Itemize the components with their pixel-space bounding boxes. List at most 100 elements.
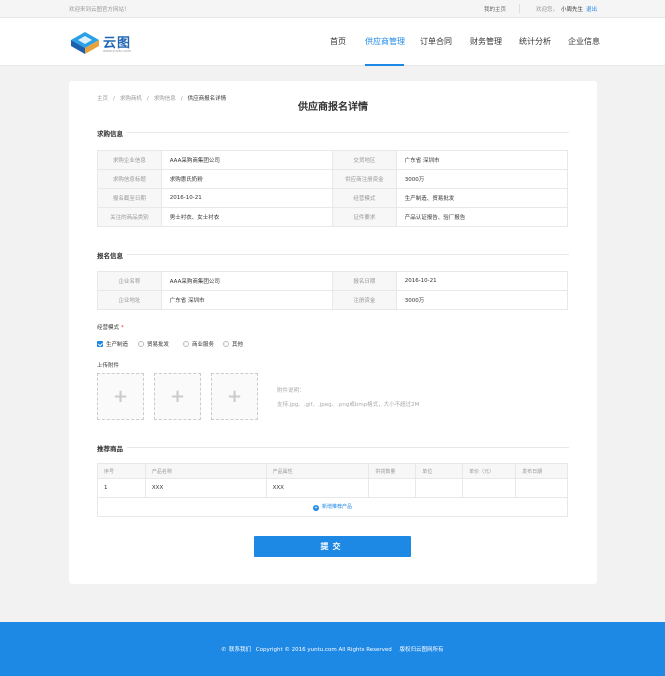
info-value: 2016-10-21 xyxy=(395,271,569,291)
info-key: 经营模式 xyxy=(332,188,397,208)
checkbox-checked-icon[interactable] xyxy=(97,341,103,347)
signup-section-title: 报名信息 xyxy=(97,252,123,260)
table-row: 求购信息标题 求购惠氏奶粉 供应商注册资金 3000万 xyxy=(97,169,569,189)
logo-icon xyxy=(71,32,99,54)
copyright: Copyright © 2016 yuntu.com All Rights Re… xyxy=(255,647,392,653)
col-header: 序号 xyxy=(97,463,146,479)
add-circle-icon: + xyxy=(312,505,319,511)
info-key: 交货地区 xyxy=(332,150,397,170)
business-mode-label: 经营模式 * xyxy=(97,325,124,331)
info-key: 企业地址 xyxy=(97,290,162,310)
upload-slot[interactable]: + xyxy=(211,373,258,420)
page-title: 供应商报名详情 xyxy=(298,102,368,113)
required-mark: * xyxy=(121,325,124,331)
upload-slot[interactable]: + xyxy=(97,373,144,420)
info-key: 报名日期 xyxy=(331,271,397,291)
col-header: 单位 xyxy=(415,463,464,479)
col-header: 发布日期 xyxy=(515,463,568,479)
info-key: 企业名称 xyxy=(97,271,162,291)
table-header-row: 序号 产品名称 产品属性 供货数量 单位 单价（元） 发布日期 xyxy=(97,463,568,479)
attachment-note-text: 支持.jpg、.gif、.jpeg、.png或bmp格式，大小不超过2M xyxy=(277,402,420,408)
info-value: 求购惠氏奶粉 xyxy=(160,169,334,189)
logout-link[interactable]: 退出 xyxy=(586,5,597,13)
logo-site: www.yuntu.com xyxy=(103,49,132,53)
top-divider xyxy=(519,4,520,13)
table-cell: XXX xyxy=(265,478,370,498)
radio-icon[interactable] xyxy=(223,341,229,347)
info-value: 广东省 深圳市 xyxy=(160,290,333,310)
info-key: 证件要求 xyxy=(332,207,397,227)
table-row: 企业地址 广东省 深圳市 注册资金 3000万 xyxy=(97,290,569,310)
info-key: 报名截至日期 xyxy=(97,188,162,208)
recommend-section-title: 推荐商品 xyxy=(97,445,123,453)
owner-text: 版权归云图网所有 xyxy=(399,647,444,653)
username[interactable]: 小周先生 xyxy=(561,5,583,13)
plus-icon: + xyxy=(226,386,243,407)
info-value: 2016-10-21 xyxy=(160,188,334,208)
nav-home[interactable]: 首页 xyxy=(330,36,346,47)
info-value: AAA采购商集团公司 xyxy=(160,150,334,170)
nav-statistics[interactable]: 统计分析 xyxy=(519,36,551,47)
table-row: 关注的商品类别 男士衬衣、女士衬衣 证件要求 产品认证报告、验厂报告 xyxy=(97,207,569,227)
info-value: 产品认证报告、验厂报告 xyxy=(395,207,569,227)
phone-icon: ✆ xyxy=(221,647,227,653)
info-key: 供应商注册资金 xyxy=(332,169,397,189)
info-value: AAA采购商集团公司 xyxy=(160,271,333,291)
info-value: 3000万 xyxy=(395,169,569,189)
table-row: 报名截至日期 2016-10-21 经营模式 生产制造、贸易批发 xyxy=(97,188,569,208)
my-home-link[interactable]: 我的主页 xyxy=(484,5,506,13)
col-header: 产品属性 xyxy=(265,463,370,479)
plus-icon: + xyxy=(112,386,129,407)
info-value: 广东省 深圳市 xyxy=(395,150,569,170)
recommend-products-table: 序号 产品名称 产品属性 供货数量 单位 单价（元） 发布日期 1 XXX XX… xyxy=(97,463,568,517)
signup-info-table: 企业名称 AAA采购商集团公司 报名日期 2016-10-21 企业地址 广东省… xyxy=(97,271,569,310)
add-product-cell: + 新增推荐产品 xyxy=(97,497,568,517)
nav-supplier-management[interactable]: 供应商管理 xyxy=(365,36,405,47)
table-cell xyxy=(515,478,568,498)
table-row: 求购企业信息 AAA采购商集团公司 交货地区 广东省 深圳市 xyxy=(97,150,569,170)
col-header: 单价（元） xyxy=(462,463,517,479)
submit-button[interactable]: 提交 xyxy=(254,536,411,557)
table-row: 企业名称 AAA采购商集团公司 报名日期 2016-10-21 xyxy=(97,271,569,291)
radio-icon[interactable] xyxy=(138,341,144,347)
nav-active-underline xyxy=(365,64,404,66)
info-key: 求购信息标题 xyxy=(97,169,162,189)
radio-icon[interactable] xyxy=(183,341,189,347)
contact-link[interactable]: 联系我们 xyxy=(229,647,251,653)
table-cell: XXX xyxy=(144,478,267,498)
table-cell xyxy=(462,478,517,498)
table-cell xyxy=(368,478,417,498)
header: 云图 www.yuntu.com 首页 供应商管理 订单合同 财务管理 统计分析… xyxy=(0,18,665,66)
plus-icon: + xyxy=(169,386,186,407)
footer: ✆ 联系我们 Copyright © 2016 yuntu.com All Rig… xyxy=(0,622,665,676)
info-key: 求购企业信息 xyxy=(97,150,162,170)
info-value: 男士衬衣、女士衬衣 xyxy=(160,207,334,227)
col-header: 供货数量 xyxy=(368,463,417,479)
attachments-label: 上传附件 xyxy=(97,363,120,369)
main-card: 主页 / 求购商机 / 求购信息 / 供应商报名详情 供应商报名详情 求购信息 求购企业信息… xyxy=(69,81,597,584)
greeting-text: 欢迎您， xyxy=(536,7,559,13)
purchase-section-divider xyxy=(127,132,569,133)
top-bar: 欢迎来到云图官方网站！ 我的主页 欢迎您， 小周先生 退出 xyxy=(0,0,665,18)
nav-orders-contracts[interactable]: 订单合同 xyxy=(420,36,452,47)
info-key: 注册资金 xyxy=(331,290,397,310)
nav-company-info[interactable]: 企业信息 xyxy=(568,36,600,47)
footer-text: ✆ 联系我们 Copyright © 2016 yuntu.com All Rig… xyxy=(0,645,665,653)
info-value: 生产制造、贸易批发 xyxy=(395,188,569,208)
table-row: 1 XXX XXX xyxy=(97,478,568,498)
add-product-button[interactable]: + 新增推荐产品 xyxy=(312,504,352,511)
nav-finance[interactable]: 财务管理 xyxy=(470,36,502,47)
attachment-note-title: 附件说明： xyxy=(277,388,305,394)
purchase-section-title: 求购信息 xyxy=(97,130,123,138)
col-header: 产品名称 xyxy=(144,463,267,479)
logo[interactable]: 云图 www.yuntu.com xyxy=(70,31,140,55)
recommend-section-divider xyxy=(127,447,569,448)
info-value: 3000万 xyxy=(395,290,569,310)
table-cell xyxy=(415,478,464,498)
purchase-info-table: 求购企业信息 AAA采购商集团公司 交货地区 广东省 深圳市 求购信息标题 求购… xyxy=(97,150,569,227)
welcome-text: 欢迎来到云图官方网站！ xyxy=(69,7,130,13)
upload-slot[interactable]: + xyxy=(154,373,201,420)
add-row: + 新增推荐产品 xyxy=(97,497,568,517)
signup-section-divider xyxy=(127,254,569,255)
info-key: 关注的商品类别 xyxy=(97,207,162,227)
